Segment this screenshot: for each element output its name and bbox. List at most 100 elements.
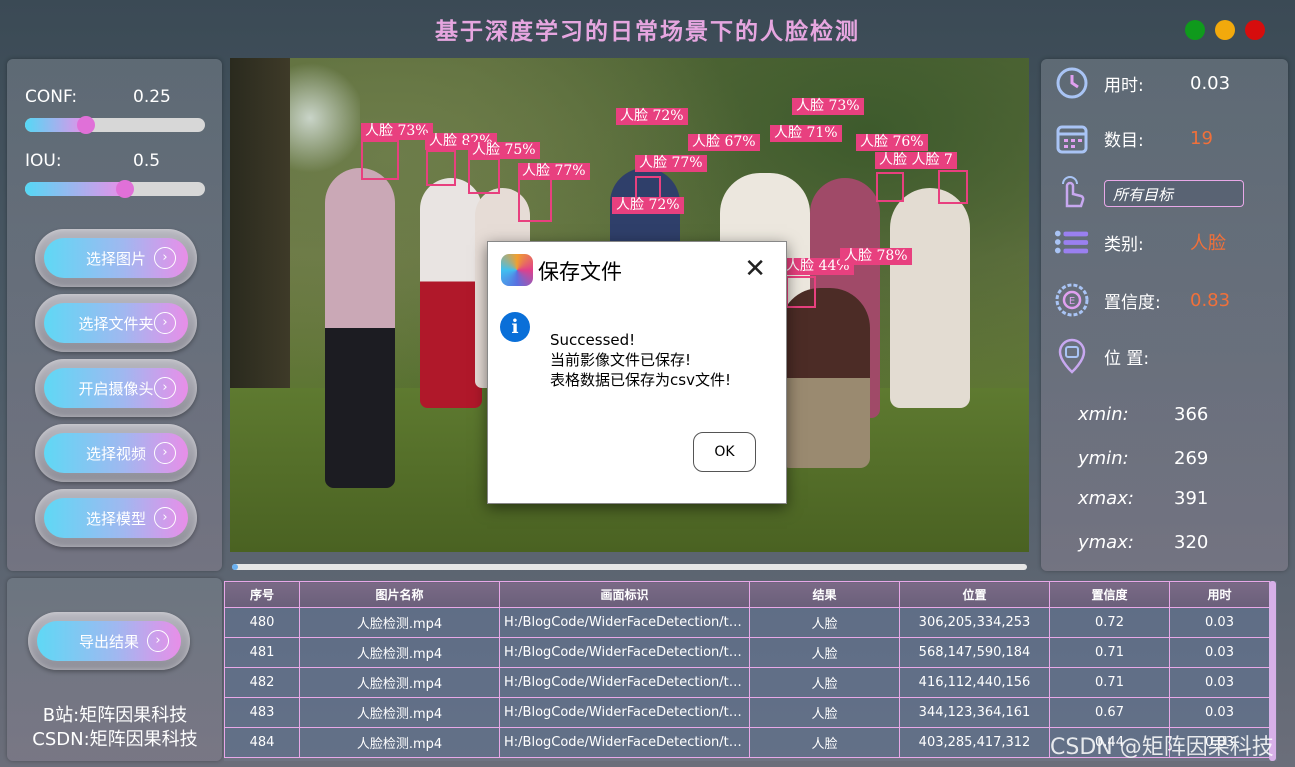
location-pin-icon (1054, 338, 1090, 374)
table-cell: H:/BlogCode/WiderFaceDetection/te... (499, 667, 750, 698)
class-label: 类别: (1104, 234, 1144, 255)
calendar-icon (1054, 120, 1090, 156)
target-select[interactable]: 所有目标 (1104, 180, 1244, 207)
person (325, 168, 395, 488)
table-cell: 306,205,334,253 (899, 607, 1050, 638)
table-cell: 人脸 (749, 667, 900, 698)
confidence-value: 0.83 (1190, 289, 1231, 311)
chevron-right-icon: › (147, 630, 169, 652)
list-icon (1054, 224, 1090, 260)
minimize-button[interactable] (1185, 20, 1205, 40)
column-header[interactable]: 图片名称 (299, 581, 500, 608)
ymin-value: 269 (1174, 448, 1209, 469)
export-results-label: 导出结果 (78, 632, 139, 651)
ymin-label: ymin: (1078, 448, 1129, 469)
table-cell: 人脸 (749, 697, 900, 728)
table-cell: 403,285,417,312 (899, 727, 1050, 758)
select-video-label: 选择视频 (85, 444, 146, 463)
open-camera-button[interactable]: 开启摄像头 › (35, 359, 197, 417)
iou-slider[interactable] (25, 180, 205, 198)
iou-slider-handle[interactable] (116, 180, 134, 198)
column-header[interactable]: 结果 (749, 581, 900, 608)
export-results-button[interactable]: 导出结果 › (28, 612, 190, 670)
chevron-right-icon: › (154, 442, 176, 464)
table-cell: H:/BlogCode/WiderFaceDetection/te... (499, 697, 750, 728)
time-row: 用时: 0.03 (1054, 63, 1230, 103)
table-cell: 0.72 (1049, 607, 1170, 638)
select-model-label: 选择模型 (85, 509, 146, 528)
column-header[interactable]: 序号 (224, 581, 300, 608)
detection-label: 人脸 73% (792, 98, 864, 115)
save-file-dialog: 保存文件 ✕ i Successed! 当前影像文件已保存! 表格数据已保存为c… (487, 241, 787, 504)
ok-button[interactable]: OK (693, 432, 756, 472)
video-progress-bar[interactable] (232, 564, 1027, 570)
watermark: CSDN @矩阵因果科技 (1050, 735, 1274, 760)
chevron-right-icon: › (154, 312, 176, 334)
count-label: 数目: (1104, 130, 1144, 151)
select-image-button[interactable]: 选择图片 › (35, 229, 197, 287)
ymax-value: 320 (1174, 532, 1209, 553)
select-model-button[interactable]: 选择模型 › (35, 489, 197, 547)
dialog-close-icon[interactable]: ✕ (744, 256, 766, 282)
conf-slider-handle[interactable] (77, 116, 95, 134)
xmax-label: xmax: (1078, 488, 1134, 509)
dialog-message-line1: Successed! (550, 331, 636, 349)
time-label: 用时: (1104, 75, 1144, 96)
select-folder-label: 选择文件夹 (78, 314, 154, 333)
target-row (1054, 173, 1090, 213)
table-cell: 人脸检测.mp4 (299, 667, 500, 698)
face-box (468, 158, 500, 194)
detection-label: 人脸 人脸 7 (875, 152, 957, 169)
column-header[interactable]: 置信度 (1049, 581, 1170, 608)
detection-label: 人脸 78% (840, 248, 912, 265)
table-row[interactable]: 481 人脸检测.mp4 H:/BlogCode/WiderFaceDetect… (224, 637, 1270, 668)
video-progress-fill (232, 564, 238, 570)
select-video-button[interactable]: 选择视频 › (35, 424, 197, 482)
select-folder-button[interactable]: 选择文件夹 › (35, 294, 197, 352)
credit-csdn: CSDN:矩阵因果科技 (32, 729, 198, 750)
table-cell: 481 (224, 637, 300, 668)
table-header-row: 序号 图片名称 画面标识 结果 位置 置信度 用时 (224, 581, 1270, 608)
column-header[interactable]: 位置 (899, 581, 1050, 608)
detection-label: 人脸 77% (518, 163, 590, 180)
table-cell: H:/BlogCode/WiderFaceDetection/te... (499, 727, 750, 758)
detection-label: 人脸 72% (612, 197, 684, 214)
table-row[interactable]: 480 人脸检测.mp4 H:/BlogCode/WiderFaceDetect… (224, 607, 1270, 638)
app-logo-icon (501, 254, 533, 286)
xmin-value: 366 (1174, 404, 1209, 425)
dialog-message: Successed! 当前影像文件已保存! 表格数据已保存为csv文件! (550, 330, 731, 390)
info-icon: i (500, 312, 530, 342)
confidence-label: 置信度: (1104, 292, 1161, 313)
face-box (426, 150, 456, 186)
xmax-value: 391 (1174, 488, 1209, 509)
table-row[interactable]: 482 人脸检测.mp4 H:/BlogCode/WiderFaceDetect… (224, 667, 1270, 698)
face-box (361, 140, 399, 180)
confidence-row: E 置信度: 0.83 (1054, 280, 1230, 320)
chevron-right-icon: › (154, 247, 176, 269)
table-cell: 0.03 (1169, 667, 1270, 698)
table-cell: 344,123,364,161 (899, 697, 1050, 728)
table-cell: H:/BlogCode/WiderFaceDetection/te... (499, 607, 750, 638)
iou-value: 0.5 (133, 151, 161, 171)
table-cell: 483 (224, 697, 300, 728)
table-row[interactable]: 483 人脸检测.mp4 H:/BlogCode/WiderFaceDetect… (224, 697, 1270, 728)
table-cell: 人脸检测.mp4 (299, 727, 500, 758)
detection-label: 人脸 73% (361, 123, 433, 140)
face-box (786, 276, 816, 308)
app-title: 基于深度学习的日常场景下的人脸检测 (435, 18, 860, 45)
iou-row: IOU: 0.5 (25, 151, 160, 171)
table-cell: 568,147,590,184 (899, 637, 1050, 668)
column-header[interactable]: 用时 (1169, 581, 1270, 608)
person (420, 178, 482, 408)
conf-slider[interactable] (25, 116, 205, 134)
column-header[interactable]: 画面标识 (499, 581, 750, 608)
face-box (518, 178, 552, 222)
svg-text:E: E (1069, 296, 1075, 307)
xmin-label: xmin: (1078, 404, 1129, 425)
maximize-button[interactable] (1215, 20, 1235, 40)
close-button[interactable] (1245, 20, 1265, 40)
table-cell: 0.71 (1049, 637, 1170, 668)
chevron-right-icon: › (154, 507, 176, 529)
detection-label: 人脸 77% (635, 155, 707, 172)
dialog-message-line3: 表格数据已保存为csv文件! (550, 371, 731, 389)
